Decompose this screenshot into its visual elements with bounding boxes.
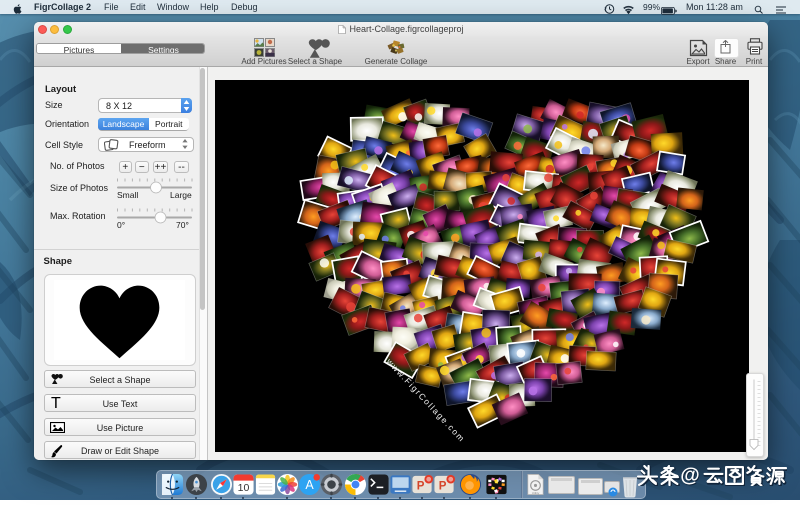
svg-text:@: @ xyxy=(680,465,700,487)
svg-text:A: A xyxy=(305,478,314,492)
svg-text:P: P xyxy=(438,480,446,492)
svg-text:Utility: Utility xyxy=(531,491,539,495)
svg-text:10: 10 xyxy=(237,482,249,494)
svg-text:P: P xyxy=(416,480,424,492)
